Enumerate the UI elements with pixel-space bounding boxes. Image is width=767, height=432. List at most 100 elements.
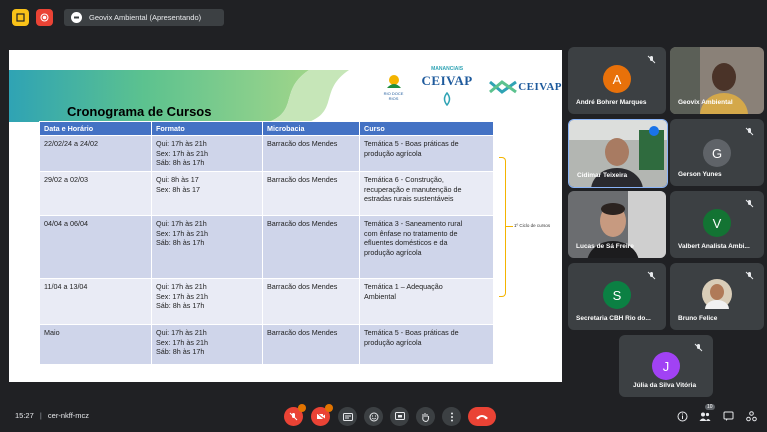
hang-up-icon [476,415,488,420]
activities-icon [745,410,757,421]
meeting-time: 15:27 [15,411,34,420]
raise-hand-button[interactable] [416,407,435,426]
mic-off-icon [694,343,703,352]
course-cell: Temática 5 - Boas práticas de produção a… [359,135,494,172]
participant-name: Gerson Yunes [678,171,722,178]
hand-icon [422,412,430,422]
course-schedule-table: Data e Horário Formato Microbacia Curso … [39,121,494,365]
ceivap-mananciais-logo: MANANCIAIS CEIVAP [416,66,478,108]
avatar [702,279,732,309]
avatar: J [652,352,680,380]
info-icon [677,411,687,421]
basin-cell: Barracão dos Mendes [262,171,360,216]
avatar: S [603,281,631,309]
meeting-details-button[interactable] [676,410,688,422]
camera-off-icon [316,412,325,421]
slide-title: Cronograma de Cursos [67,104,212,119]
column-header: Formato [151,121,263,136]
course-cell: Temática 3 - Saneamento rural com ênfase… [359,215,494,279]
participant-tile[interactable]: Lucas de Sá Freire [568,191,666,258]
emoji-icon [369,412,378,421]
basin-cell: Barracão dos Mendes [262,278,360,325]
captions-button[interactable] [338,407,357,426]
mic-off-icon [289,412,298,421]
participant-tile[interactable]: A André Bohrer Marques [568,47,666,114]
participant-count: 10 [705,404,715,410]
presenter-label: Geovix Ambiental (Apresentando) [89,13,202,22]
format-cell: Qui: 8h às 17 Sex: 8h às 17 [151,171,263,216]
more-options-button[interactable] [442,407,461,426]
course-cell: Temática 5 - Boas práticas de produção a… [359,324,494,365]
format-cell: Qui: 17h às 21h Sex: 17h às 21h Sáb: 8h … [151,324,263,365]
table-header-row: Data e Horário Formato Microbacia Curso [39,121,494,136]
date-cell: 04/04 a 06/04 [39,215,152,279]
speaking-indicator-icon [649,126,659,136]
participant-tile[interactable]: J Júlia da Silva Vitória [619,335,713,397]
shared-slide: RIO DOCE RIOS MANANCIAIS CEIVAP CEIVAP C… [9,50,562,382]
participant-name: Lucas de Sá Freire [576,243,634,250]
basin-cell: Barracão dos Mendes [262,215,360,279]
participant-name: André Bohrer Marques [576,99,647,106]
partner-logos: RIO DOCE RIOS MANANCIAIS CEIVAP CEIVAP [381,66,562,106]
camera-button[interactable] [311,404,333,426]
bottom-bar: 15:27 | cer-nkff-mcz 10 [0,400,767,432]
table-row: 29/02 a 02/03 Qui: 8h às 17 Sex: 8h às 1… [39,171,494,216]
participant-tile[interactable]: G Gerson Yunes [670,119,764,186]
present-icon [71,12,82,23]
participant-name: Júlia da Silva Vitória [633,382,697,389]
avatar: A [603,65,631,93]
course-cell: Temática 6 - Construção, recuperação e m… [359,171,494,216]
participant-tile[interactable]: Bruno Felice [670,263,764,330]
date-cell: 22/02/24 a 24/02 [39,135,152,172]
chat-button[interactable] [722,410,734,422]
participant-name: Bruno Felice [678,315,718,322]
participant-tile[interactable]: S Secretaria CBH Rio do... [568,263,666,330]
format-cell: Qui: 17h às 21h Sex: 17h às 21h Sáb: 8h … [151,278,263,325]
table-row: Maio Qui: 17h às 21h Sex: 17h às 21h Sáb… [39,324,494,365]
basin-cell: Barracão dos Mendes [262,324,360,365]
people-icon [699,412,711,421]
leave-call-button[interactable] [468,407,496,426]
ceivap-logo: CEIVAP [488,79,562,95]
mic-button[interactable] [284,404,306,426]
more-vert-icon [450,412,453,421]
mic-off-icon [745,199,754,208]
participant-name: Cidimar Teixeira [577,172,628,179]
participant-tile[interactable]: V Valbert Analista Ambi... [670,191,764,258]
course-cell: Temática 1 – Adequação Ambiental [359,278,494,325]
mic-off-icon [647,55,656,64]
date-cell: Maio [39,324,152,365]
date-cell: 29/02 a 02/03 [39,171,152,216]
table-row: 11/04 a 13/04 Qui: 17h às 21h Sex: 17h à… [39,278,494,325]
mic-off-icon [647,271,656,280]
participant-tile[interactable]: Cidimar Teixeira [568,119,668,188]
participant-name: Secretaria CBH Rio do... [576,315,651,322]
avatar: G [703,139,731,167]
captions-icon [342,412,353,421]
mic-off-icon [745,271,754,280]
present-screen-icon [394,412,405,420]
presentation-icon[interactable] [12,9,29,26]
column-header: Data e Horário [39,121,152,136]
table-row: 04/04 a 06/04 Qui: 17h às 21h Sex: 17h à… [39,215,494,279]
cycle-label: 1º Ciclo de cursos [514,223,551,228]
presenter-indicator[interactable]: Geovix Ambiental (Apresentando) [64,9,224,26]
rio-doce-logo: RIO DOCE RIOS [381,74,406,101]
column-header: Microbacia [262,121,360,136]
participant-tile[interactable]: Geovix Ambiental [670,47,764,114]
present-button[interactable] [390,407,409,426]
emoji-button[interactable] [364,407,383,426]
people-button[interactable] [699,410,711,422]
date-cell: 11/04 a 13/04 [39,278,152,325]
format-cell: Qui: 17h às 21h Sex: 17h às 21h Sáb: 8h … [151,215,263,279]
basin-cell: Barracão dos Mendes [262,135,360,172]
cycle-bracket-connector [505,226,513,227]
table-row: 22/02/24 a 24/02 Qui: 17h às 21h Sex: 17… [39,135,494,172]
record-icon[interactable] [36,9,53,26]
cycle-bracket [499,157,506,297]
activities-button[interactable] [745,410,757,422]
participant-name: Valbert Analista Ambi... [678,243,750,250]
mic-off-icon [745,127,754,136]
warning-badge [298,404,306,412]
top-bar: Geovix Ambiental (Apresentando) [0,0,767,34]
